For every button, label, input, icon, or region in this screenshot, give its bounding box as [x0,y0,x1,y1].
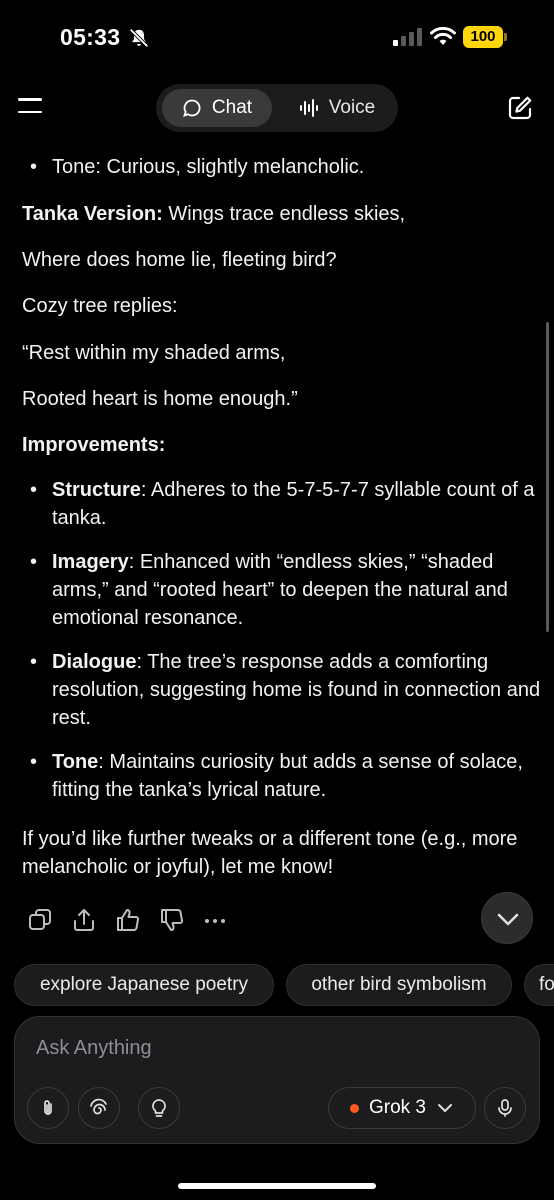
improvement-item: Imagery: Enhanced with “endless skies,” … [52,548,542,632]
bullet-marker: • [30,479,38,501]
thumbs-up-icon[interactable] [114,906,142,934]
new-chat-icon[interactable] [507,95,533,121]
tab-chat-label: Chat [211,97,253,118]
message-actions [0,906,554,942]
suggestion-chip[interactable]: explore Japanese poetry [14,964,274,1006]
tab-voice[interactable]: Voice [282,89,392,127]
closing-paragraph: If you’d like further tweaks or a differ… [22,828,518,878]
bullet-marker: • [30,651,38,673]
microphone-icon [498,1099,512,1117]
microphone-button[interactable] [484,1087,526,1129]
thumbs-down-icon[interactable] [158,906,186,934]
ask-input[interactable]: Ask Anything [36,1037,152,1060]
deepsearch-button[interactable] [78,1087,120,1129]
model-status-dot [349,1103,359,1113]
improvement-item: Structure: Adheres to the 5-7-5-7-7 syll… [52,476,542,532]
copy-icon[interactable] [26,906,54,934]
tone-bullet: Tone: Curious, slightly melancholic. [52,156,365,178]
improvement-term: Structure [52,479,141,501]
tanka-line-1-text: Wings trace endless skies, [162,203,406,225]
tab-chat[interactable]: Chat [162,89,272,127]
tanka-heading: Tanka Version: [22,203,163,225]
improvement-item: Tone: Maintains curiosity but adds a sen… [52,748,542,804]
model-name: Grok 3 [368,1097,427,1118]
scrollbar[interactable] [546,322,549,632]
tab-voice-label: Voice [328,97,376,118]
spiral-icon [90,1098,107,1115]
tanka-line-1: Tanka Version: Wings trace endless skies… [22,200,538,228]
mode-switch: Chat Voice [156,84,398,132]
bullet-marker: • [30,551,38,573]
chevron-down-icon [438,1104,453,1112]
model-selector[interactable]: Grok 3 [328,1087,476,1129]
status-bar: 05:33 100 [0,0,554,72]
improvement-term: Tone [52,751,99,773]
share-icon[interactable] [70,906,98,934]
chat-bubble-icon [182,99,201,117]
think-button[interactable] [138,1087,180,1129]
lightbulb-icon [152,1099,166,1117]
scroll-to-bottom-button[interactable] [481,892,533,944]
improvements-heading: Improvements: [22,434,166,456]
attach-button[interactable] [27,1087,69,1129]
tanka-line-3: Cozy tree replies: [22,295,178,317]
battery-level: 100 [463,26,503,48]
battery-indicator: 100 [463,26,507,48]
chevron-down-icon [497,913,519,926]
battery-nub [504,33,507,41]
more-options-icon[interactable] [202,906,230,934]
wifi-icon [430,26,456,45]
bullet-marker: • [30,751,38,773]
tanka-line-2: Where does home lie, fleeting bird? [22,249,337,271]
message-composer[interactable]: Ask Anything Grok 3 [14,1016,540,1144]
suggestion-chip[interactable]: fo [524,964,554,1006]
bell-muted-icon [129,28,149,48]
improvement-term: Imagery [52,551,129,573]
paperclip-icon [44,1100,52,1115]
tanka-line-4: “Rest within my shaded arms, [22,342,286,364]
clock: 05:33 [60,24,121,50]
tanka-line-5: Rooted heart is home enough.” [22,388,298,410]
improvement-term: Dialogue [52,651,137,673]
cellular-signal-icon [393,28,422,46]
home-indicator[interactable] [178,1183,376,1189]
bullet-marker: • [30,156,38,178]
improvement-item: Dialogue: The tree’s response adds a com… [52,648,542,732]
improvement-text: : Maintains curiosity but adds a sense o… [52,751,523,801]
suggestion-chip[interactable]: other bird symbolism [286,964,512,1006]
menu-icon[interactable] [18,98,42,118]
waveform-icon [299,99,318,117]
